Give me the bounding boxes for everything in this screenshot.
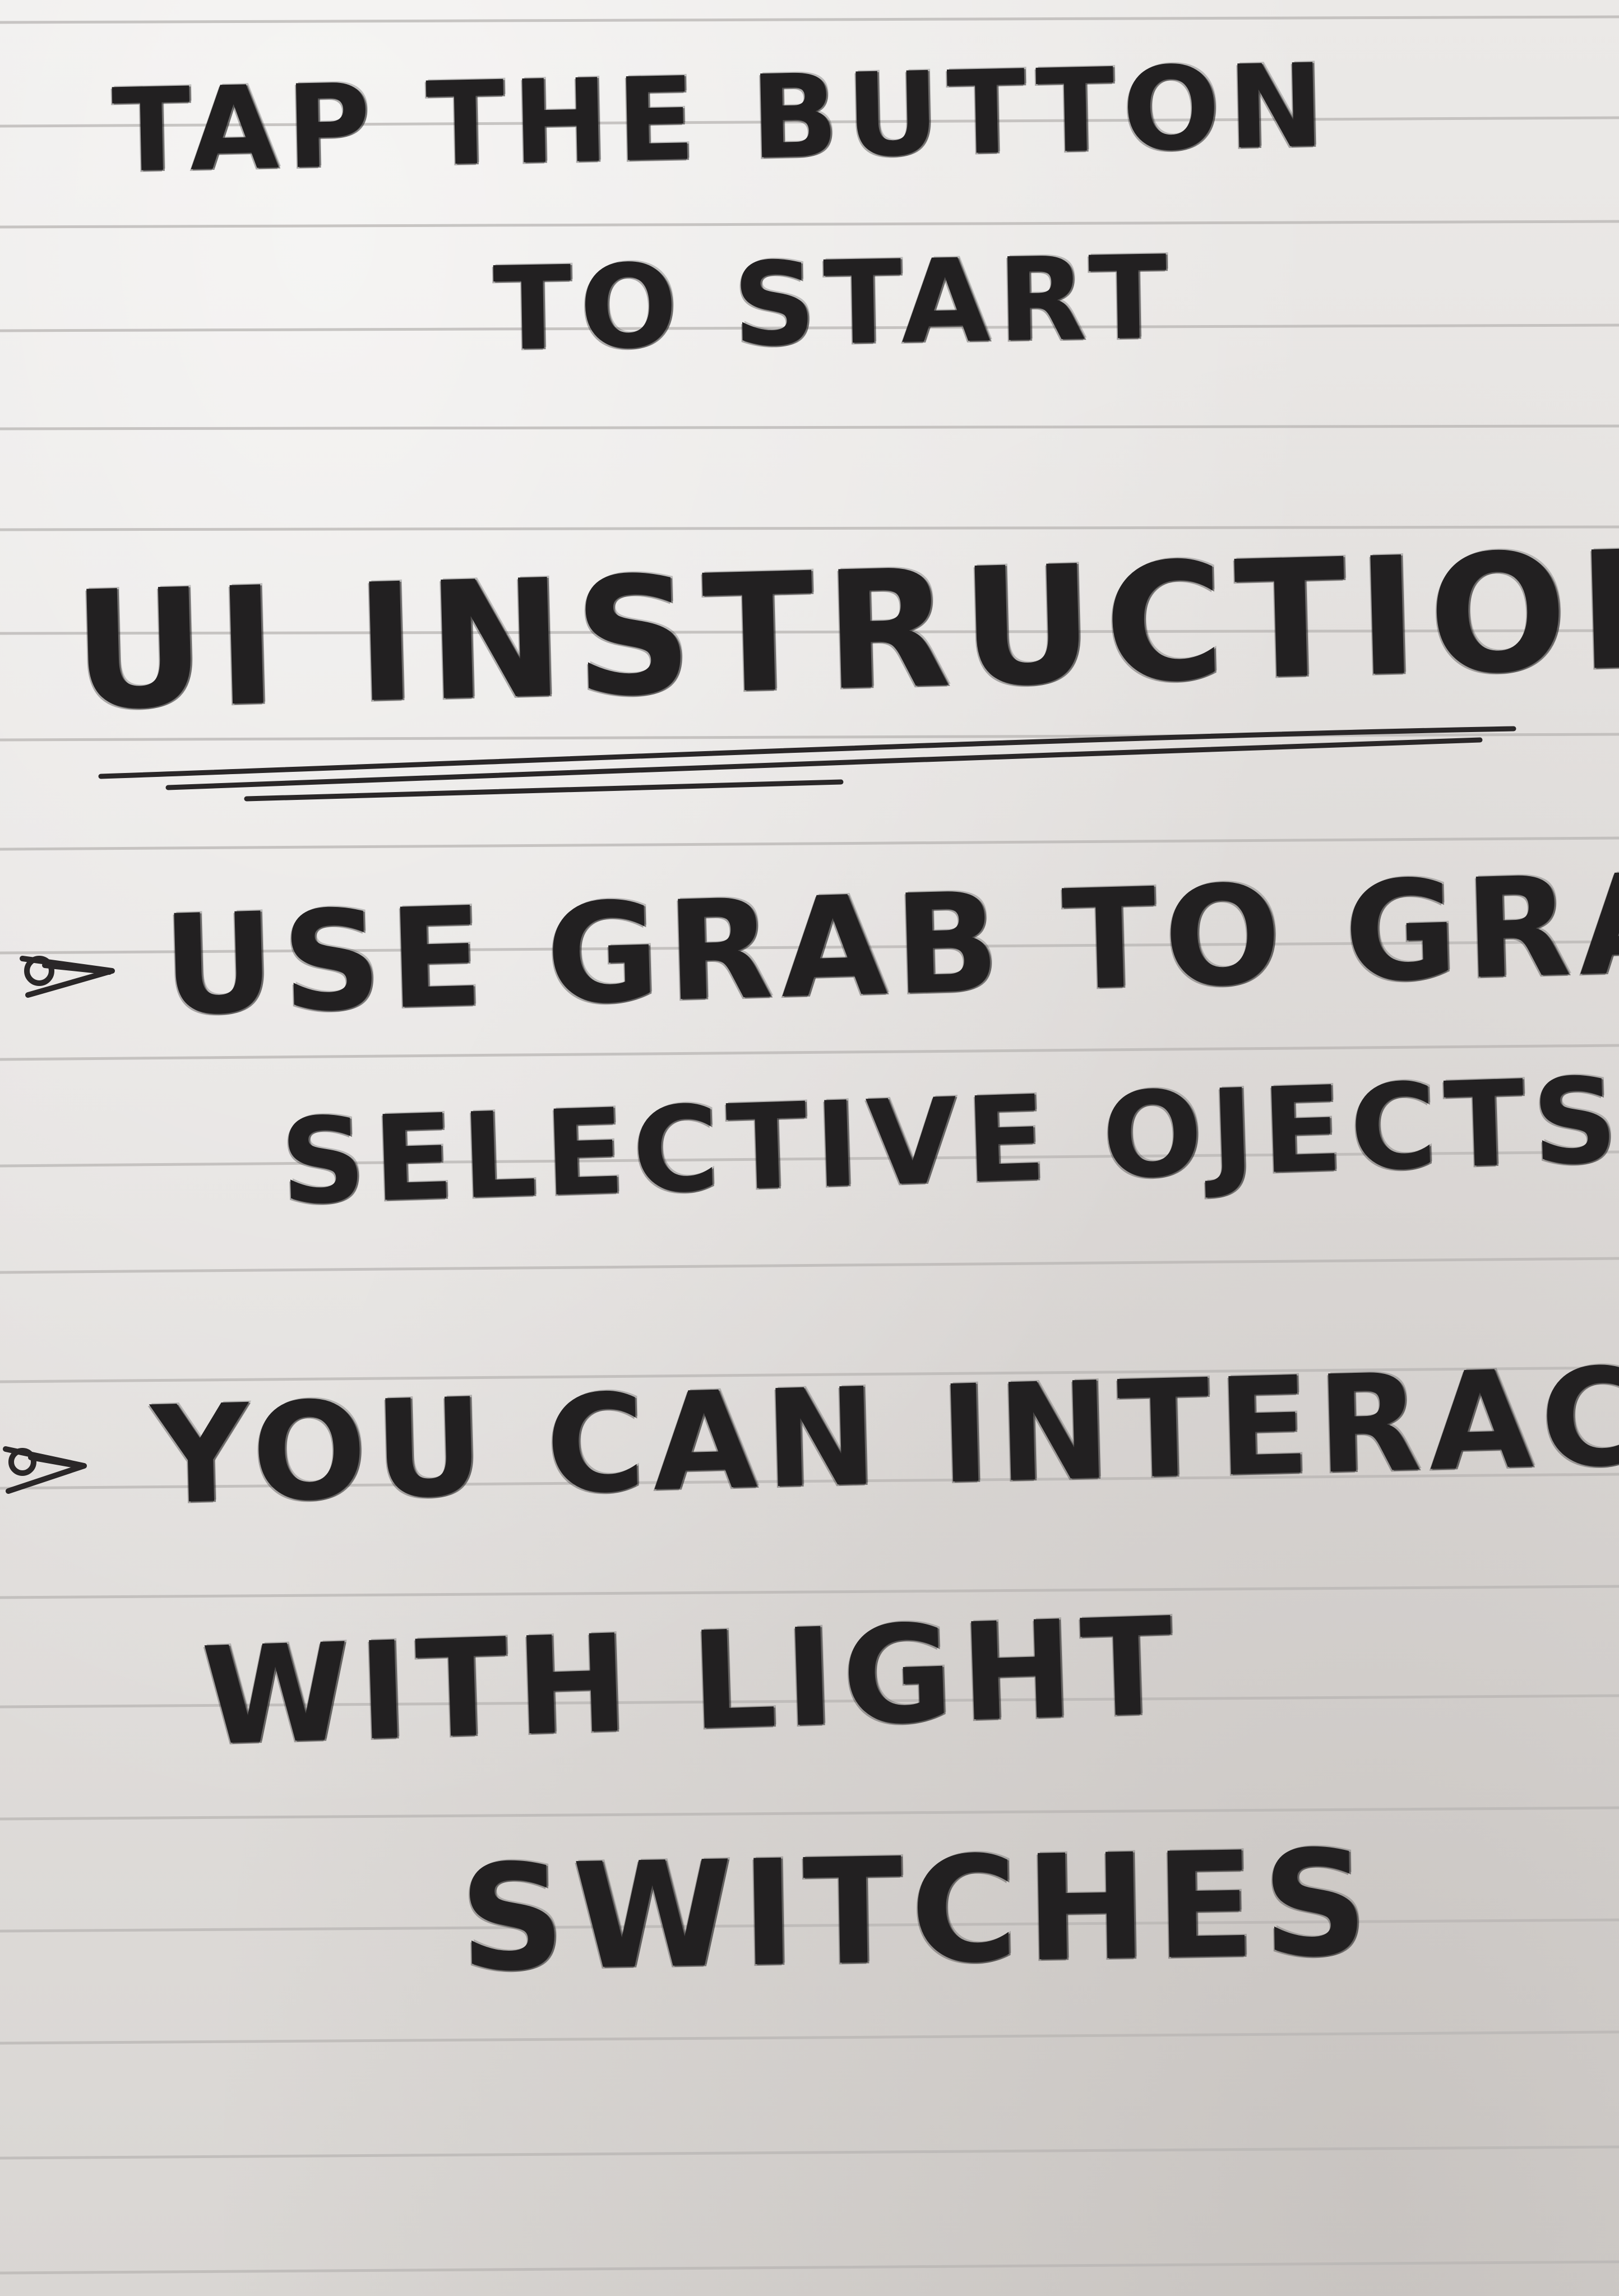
notebook-page: TAP THE BUTTON TO START UI INSTRUCTION U… — [0, 0, 1619, 2296]
bullet-2-text-line-1: YOU CAN INTERACT — [149, 1335, 1619, 1535]
hand-drawn-arrow-icon — [20, 956, 115, 998]
page-title: UI INSTRUCTION — [71, 514, 1619, 747]
instruction-header-line-2: TO START — [492, 231, 1177, 377]
hand-drawn-arrow-icon — [3, 1446, 87, 1494]
bullet-2-text-line-2: WITH LIGHT — [200, 1587, 1183, 1776]
bullet-2-text-line-3: SWITCHES — [458, 1818, 1377, 2005]
instruction-header-line-1: TAP THE BUTTON — [110, 39, 1334, 198]
